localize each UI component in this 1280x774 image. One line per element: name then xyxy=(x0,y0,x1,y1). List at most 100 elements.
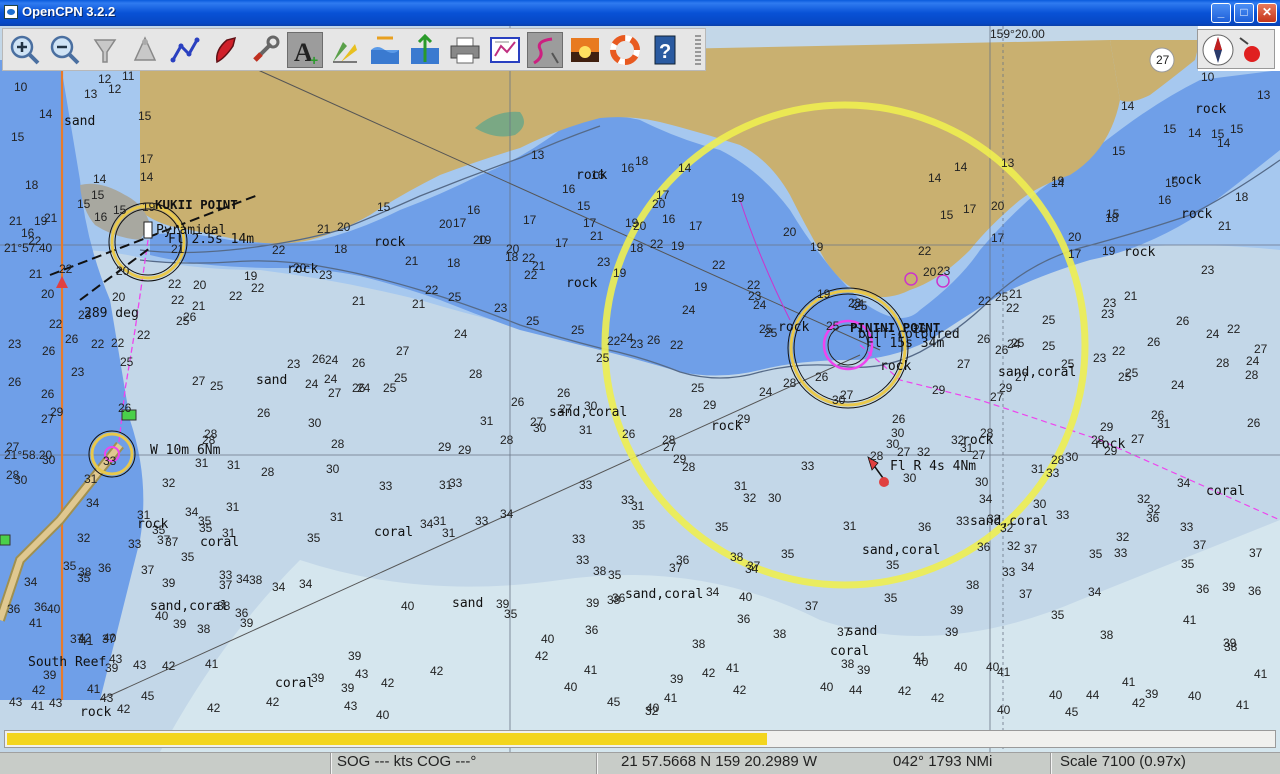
sounding: 20 xyxy=(193,278,207,292)
sounding: 36 xyxy=(585,623,599,637)
sounding: 37 xyxy=(141,563,155,577)
status-divider xyxy=(596,753,598,774)
settings-button[interactable] xyxy=(247,32,283,68)
main-toolbar: A + ? xyxy=(2,28,706,71)
sounding: 17 xyxy=(523,213,537,227)
sounding: 20 xyxy=(41,287,55,301)
sounding: 19 xyxy=(1102,244,1116,258)
sounding: 23 xyxy=(1101,307,1115,321)
seabed-label-rock: rock xyxy=(880,359,911,374)
sounding: 23 xyxy=(494,301,508,315)
sounding: 19 xyxy=(625,216,639,230)
compass-widget[interactable] xyxy=(1197,29,1275,69)
sounding: 20 xyxy=(506,242,520,256)
toolbar-grip[interactable] xyxy=(695,35,701,65)
sounding: 15 xyxy=(377,200,391,214)
color-scheme-button[interactable] xyxy=(567,32,603,68)
chart-quilt-icon xyxy=(411,33,439,64)
sounding: 45 xyxy=(141,689,155,703)
sounding: 34 xyxy=(745,562,759,576)
sounding: 13 xyxy=(1001,156,1015,170)
sounding: 42 xyxy=(162,659,176,673)
seabed-label-sand-coral: sand,coral xyxy=(970,514,1048,529)
text-toggle-button[interactable]: A + xyxy=(287,32,323,68)
sounding: 36 xyxy=(98,561,112,575)
sounding: 38 xyxy=(249,573,263,587)
sounding: 26 xyxy=(557,386,571,400)
gps-status-icon xyxy=(1239,37,1260,62)
sounding: 21 xyxy=(9,214,23,228)
sounding: 17 xyxy=(963,202,977,216)
sounding: 34 xyxy=(272,580,286,594)
sounding: 33 xyxy=(576,553,590,567)
sounding: 26 xyxy=(647,333,661,347)
sounding: 33 xyxy=(801,459,815,473)
sounding: 26 xyxy=(8,375,22,389)
scale-out-button[interactable] xyxy=(127,32,163,68)
south-reef-label: South Reef xyxy=(28,655,106,670)
maximize-button[interactable]: □ xyxy=(1234,3,1254,23)
print-button[interactable] xyxy=(447,32,483,68)
sounding: 18 xyxy=(635,154,649,168)
sounding: 39 xyxy=(173,617,187,631)
route-manager-button[interactable] xyxy=(487,32,523,68)
kukii-point-label: KUKII POINT xyxy=(155,197,238,212)
sounding: 33 xyxy=(1056,508,1070,522)
tide-button[interactable] xyxy=(367,32,403,68)
seabed-label-sand-coral: sand,coral xyxy=(150,599,228,614)
sounding: 39 xyxy=(43,668,57,682)
title-bar[interactable]: OpenCPN 3.2.2 _ □ ✕ xyxy=(0,0,1280,26)
sounding: 23 xyxy=(1201,263,1215,277)
sounding: 25 xyxy=(691,381,705,395)
sounding: 24 xyxy=(324,372,338,386)
sounding: 35 xyxy=(1051,608,1065,622)
sounding: 42 xyxy=(117,702,131,716)
track-button[interactable] xyxy=(527,32,563,68)
chart-quilt-button[interactable] xyxy=(407,32,443,68)
minimize-button[interactable]: _ xyxy=(1211,3,1231,23)
sounding: 28 xyxy=(870,449,884,463)
close-button[interactable]: ✕ xyxy=(1257,3,1277,23)
current-button[interactable] xyxy=(327,32,363,68)
sounding: 21 xyxy=(192,299,206,313)
seabed-label-rock: rock xyxy=(287,262,318,277)
sounding: 42 xyxy=(931,691,945,705)
sounding: 21 xyxy=(532,259,546,273)
seabed-label-rock: rock xyxy=(1195,102,1226,117)
printer-icon xyxy=(450,37,480,64)
sounding: 19 xyxy=(1051,174,1065,188)
sounding: 37 xyxy=(1193,538,1207,552)
sounding: 25 xyxy=(210,379,224,393)
sounding: 42 xyxy=(733,683,747,697)
route-icon xyxy=(170,37,200,63)
sounding: 42 xyxy=(702,666,716,680)
help-button[interactable]: ? xyxy=(647,32,683,68)
sounding: 25 xyxy=(526,314,540,328)
mob-button[interactable] xyxy=(607,32,643,68)
seabed-label-coral: coral xyxy=(374,525,413,540)
sounding: 41 xyxy=(87,682,101,696)
auto-follow-button[interactable] xyxy=(207,32,243,68)
sounding: 21 xyxy=(1124,289,1138,303)
sounding: 16 xyxy=(94,210,108,224)
sounding: 31 xyxy=(1031,462,1045,476)
sounding: 25 xyxy=(826,319,840,333)
zoom-out-button[interactable] xyxy=(47,32,83,68)
sounding: 39 xyxy=(1222,580,1236,594)
sounding: 22 xyxy=(28,234,42,248)
sounding: 17 xyxy=(991,231,1005,245)
sounding: 15 xyxy=(1163,122,1177,136)
sounding: 38 xyxy=(78,565,92,579)
sounding: 29 xyxy=(50,405,64,419)
pinini-light-label: Fl 15s 34m xyxy=(866,336,944,351)
funnel-icon xyxy=(93,39,117,63)
sounding: 19 xyxy=(731,191,745,205)
chart-canvas[interactable]: 159°20.00 21°57.40 21°58.20 27 262640222… xyxy=(0,26,1280,752)
sounding: 43 xyxy=(355,667,369,681)
sounding: 36 xyxy=(34,600,48,614)
svg-text:?: ? xyxy=(659,41,671,63)
zoom-in-button[interactable] xyxy=(7,32,43,68)
sog-cog-readout: SOG --- kts COG ---° xyxy=(337,753,477,770)
route-button[interactable] xyxy=(167,32,203,68)
scale-in-button[interactable] xyxy=(87,32,123,68)
